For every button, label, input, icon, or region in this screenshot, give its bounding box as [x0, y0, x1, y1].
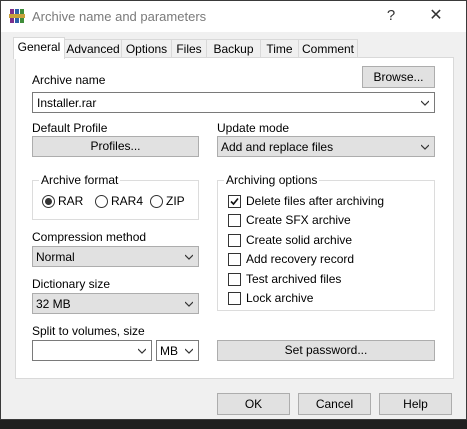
checkbox-lock-archive[interactable] — [228, 292, 241, 305]
tab-time[interactable]: Time — [260, 39, 299, 57]
checkbox-delete-files[interactable] — [228, 195, 241, 208]
tab-backup[interactable]: Backup — [206, 39, 261, 57]
update-mode-value: Add and replace files — [221, 140, 334, 154]
archive-name-value: Installer.rar — [37, 96, 97, 110]
chevron-down-icon — [185, 254, 193, 260]
radio-zip-label: ZIP — [166, 194, 185, 208]
tab-options[interactable]: Options — [121, 39, 172, 57]
tab-files[interactable]: Files — [171, 39, 207, 57]
split-size-field[interactable] — [32, 340, 152, 361]
chevron-down-icon — [138, 348, 146, 354]
dialog-window: Archive name and parameters ? ✕ General … — [0, 0, 467, 420]
checkbox-recovery-record[interactable] — [228, 253, 241, 266]
tab-advanced[interactable]: Advanced — [64, 39, 122, 57]
radio-rar-label: RAR — [58, 194, 84, 208]
chevron-down-icon — [421, 100, 429, 106]
compression-value: Normal — [36, 250, 75, 264]
title-bar: Archive name and parameters ? ✕ — [1, 1, 466, 32]
checkbox-create-solid-label: Create solid archive — [246, 233, 353, 247]
compression-select[interactable]: Normal — [32, 246, 199, 267]
archiving-options-label: Archiving options — [224, 173, 320, 187]
archive-name-field[interactable]: Installer.rar — [32, 92, 435, 113]
update-mode-select[interactable]: Add and replace files — [217, 136, 435, 157]
checkbox-create-solid[interactable] — [228, 234, 241, 247]
archive-format-group: Archive format RAR RAR4 ZIP — [32, 173, 199, 220]
dictionary-label: Dictionary size — [32, 277, 111, 291]
archiving-options-group: Archiving options Delete files after arc… — [217, 173, 435, 311]
checkbox-create-sfx[interactable] — [228, 214, 241, 227]
dictionary-select[interactable]: 32 MB — [32, 293, 199, 314]
radio-rar4[interactable] — [95, 195, 108, 208]
ok-button[interactable]: OK — [217, 393, 290, 415]
split-unit-select[interactable]: MB — [156, 340, 199, 361]
update-mode-label: Update mode — [217, 121, 290, 135]
set-password-button[interactable]: Set password... — [217, 340, 435, 361]
browse-button[interactable]: Browse... — [362, 66, 435, 88]
checkbox-test-files-label: Test archived files — [246, 272, 342, 286]
tab-comment[interactable]: Comment — [298, 39, 358, 57]
split-unit-value: MB — [160, 344, 178, 358]
profiles-button[interactable]: Profiles... — [32, 136, 199, 157]
checkmark-icon — [230, 197, 239, 206]
chevron-down-icon — [185, 348, 193, 354]
archive-format-label: Archive format — [39, 173, 121, 187]
background-strip — [0, 420, 467, 429]
close-button[interactable]: ✕ — [422, 5, 450, 27]
archive-name-label: Archive name — [32, 73, 106, 87]
help-title-button[interactable]: ? — [377, 5, 405, 27]
dictionary-value: 32 MB — [36, 297, 71, 311]
radio-rar[interactable] — [42, 195, 55, 208]
chevron-down-icon — [185, 301, 193, 307]
compression-label: Compression method — [32, 230, 147, 244]
checkbox-recovery-record-label: Add recovery record — [246, 252, 355, 266]
general-panel: Archive name Browse... Installer.rar Def… — [15, 57, 454, 379]
split-label: Split to volumes, size — [32, 324, 145, 338]
cancel-button[interactable]: Cancel — [298, 393, 371, 415]
tab-general[interactable]: General — [13, 37, 65, 59]
default-profile-label: Default Profile — [32, 121, 108, 135]
chevron-down-icon — [421, 144, 429, 150]
radio-rar4-label: RAR4 — [111, 194, 144, 208]
radio-zip[interactable] — [150, 195, 163, 208]
help-button[interactable]: Help — [379, 393, 452, 415]
checkbox-lock-archive-label: Lock archive — [246, 291, 314, 305]
winrar-icon — [9, 9, 25, 23]
checkbox-delete-files-label: Delete files after archiving — [246, 194, 385, 208]
checkbox-test-files[interactable] — [228, 273, 241, 286]
window-title: Archive name and parameters — [32, 9, 207, 24]
checkbox-create-sfx-label: Create SFX archive — [246, 213, 351, 227]
